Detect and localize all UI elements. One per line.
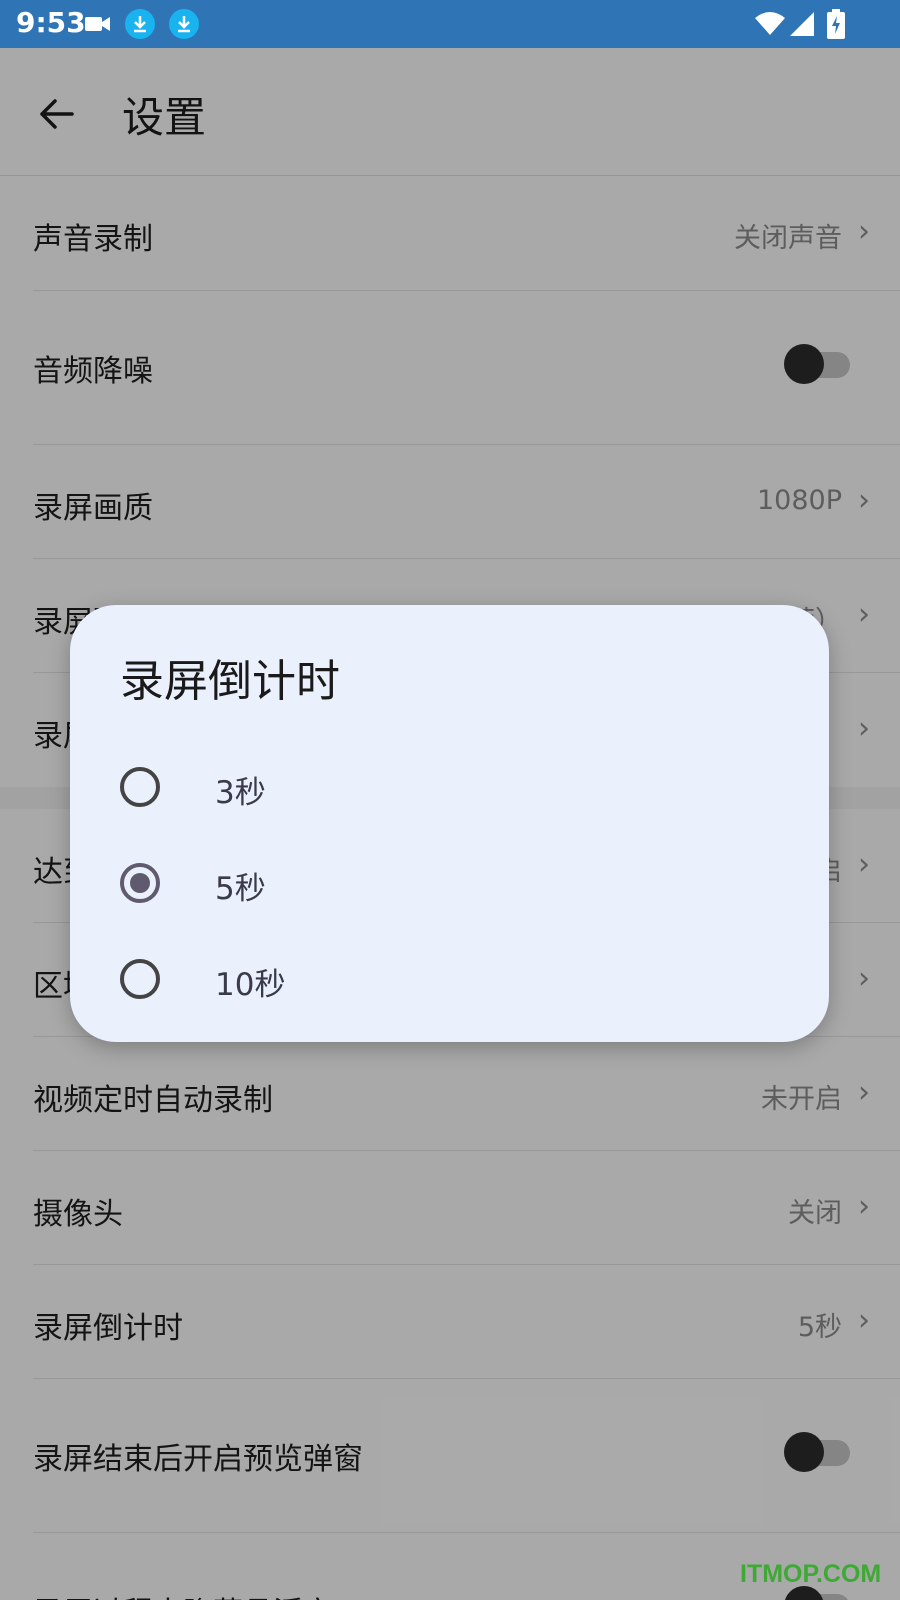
video-camera-icon [84,8,112,40]
option-label: 5秒 [215,871,266,907]
radio-selected-icon[interactable] [120,863,160,903]
signal-icon [788,8,816,40]
radio-unselected-icon[interactable] [120,767,160,807]
option-5-seconds[interactable]: 5秒 [70,835,829,931]
download-icon [168,8,200,40]
download-icon [124,8,156,40]
option-label: 10秒 [215,967,286,1003]
option-10-seconds[interactable]: 10秒 [70,931,829,1027]
wifi-icon [754,8,786,40]
status-bar: 9:53 [0,0,900,48]
radio-unselected-icon[interactable] [120,959,160,999]
countdown-dialog: 录屏倒计时 3秒 5秒 10秒 [70,605,829,1042]
battery-charging-icon [826,8,846,40]
watermark: ITMOP.COM [740,1560,882,1588]
dialog-title: 录屏倒计时 [120,656,340,707]
option-label: 3秒 [215,775,266,811]
status-time: 9:53 [16,6,86,39]
option-3-seconds[interactable]: 3秒 [70,739,829,835]
